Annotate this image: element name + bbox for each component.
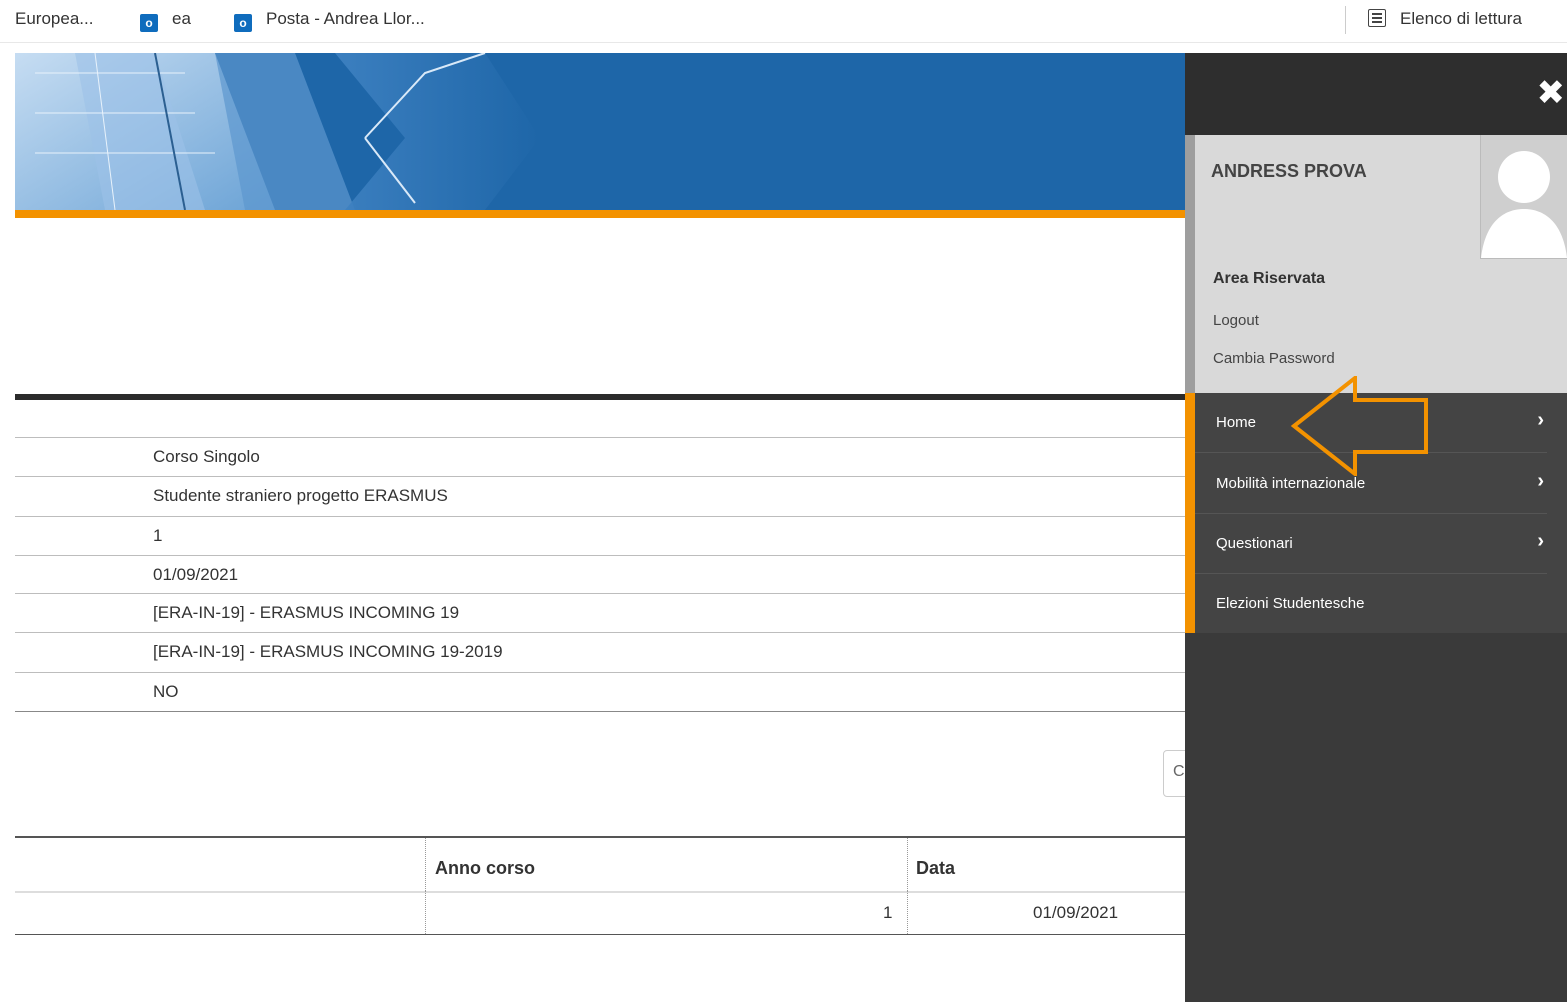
table-row: 1 01/09/2021	[15, 891, 1185, 935]
chevron-right-icon: ›	[1537, 409, 1544, 431]
reading-list-button[interactable]: Elenco di lettura	[1368, 9, 1522, 29]
outlook-icon: o	[140, 14, 164, 32]
user-silhouette-icon	[1481, 151, 1567, 258]
column-divider	[907, 838, 908, 891]
avatar	[1480, 135, 1567, 259]
column-divider	[425, 891, 426, 934]
outlook-icon: o	[234, 14, 258, 32]
detail-row: [ERA-IN-19] - ERASMUS INCOMING 19-2019	[15, 632, 1185, 672]
chevron-right-icon: ›	[1537, 470, 1544, 492]
menu-item-questionari[interactable]: Questionari ›	[1195, 514, 1547, 574]
detail-row: Corso Singolo	[15, 437, 1185, 477]
column-divider	[907, 891, 908, 934]
user-panel: ANDRESS PROVA Area Riservata Logout Camb…	[1185, 135, 1567, 393]
bookmark-label: ea	[172, 9, 191, 28]
table-header: Anno corso Data	[15, 836, 1185, 893]
column-header-data[interactable]: Data	[916, 858, 955, 879]
banner-graphic	[15, 53, 1185, 210]
reading-list-icon	[1368, 9, 1386, 27]
side-menu-panel: ✖ ANDRESS PROVA Area Riservata Logout Ca…	[1185, 53, 1567, 1002]
detail-value: Corso Singolo	[153, 447, 260, 466]
menu-item-elezioni-studentesche[interactable]: Elezioni Studentesche	[1195, 574, 1547, 634]
menu-item-label: Elezioni Studentesche	[1216, 595, 1365, 612]
reserved-area-title: Area Riservata	[1213, 270, 1326, 287]
bookmark-posta[interactable]: o Posta - Andrea Llor...	[234, 9, 425, 32]
detail-row: 01/09/2021	[15, 555, 1185, 595]
bookmark-europea[interactable]: Europea...	[15, 9, 93, 29]
column-header-anno-corso[interactable]: Anno corso	[435, 858, 535, 879]
detail-row: Studente straniero progetto ERASMUS	[15, 476, 1185, 516]
detail-table-bottom	[15, 711, 1185, 712]
detail-value: 1	[153, 526, 163, 545]
bookmarks-bar: Europea... o ea o Posta - Andrea Llor... E…	[0, 0, 1567, 43]
detail-value: NO	[153, 682, 179, 701]
menu-item-label: Mobilità internazionale	[1216, 475, 1366, 492]
logout-link[interactable]: Logout	[1213, 312, 1259, 329]
column-divider	[425, 838, 426, 891]
menu-item-label: Questionari	[1216, 535, 1293, 552]
close-icon[interactable]: ✖	[1537, 76, 1566, 110]
reading-list-label: Elenco di lettura	[1400, 9, 1522, 28]
detail-value: Studente straniero progetto ERASMUS	[153, 486, 448, 505]
annotation-arrow-icon	[1290, 376, 1428, 476]
bookmark-label: Posta - Andrea Llor...	[266, 9, 425, 28]
detail-row: NO	[15, 672, 1185, 712]
change-password-link[interactable]: Cambia Password	[1213, 350, 1335, 367]
detail-value: 01/09/2021	[153, 565, 239, 584]
detail-row: [ERA-IN-19] - ERASMUS INCOMING 19	[15, 593, 1185, 633]
header-banner	[15, 53, 1185, 210]
detail-value: [ERA-IN-19] - ERASMUS INCOMING 19	[153, 603, 460, 622]
user-name: ANDRESS PROVA	[1211, 161, 1367, 181]
bookmark-label: Europea...	[15, 9, 94, 28]
search-input-text: C	[1173, 763, 1185, 780]
toolbar-separator	[1345, 6, 1346, 34]
detail-row: 1	[15, 516, 1185, 556]
side-menu-header: ✖	[1185, 53, 1567, 135]
table-cell-anno-corso: 1	[883, 903, 893, 922]
chevron-right-icon: ›	[1537, 530, 1544, 552]
table-cell-data: 01/09/2021	[1033, 903, 1119, 922]
menu-item-label: Home	[1216, 414, 1257, 431]
bookmark-ea[interactable]: o ea	[140, 9, 191, 32]
banner-accent-bar	[15, 210, 1185, 218]
section-divider	[15, 394, 1185, 400]
detail-value: [ERA-IN-19] - ERASMUS INCOMING 19-2019	[153, 642, 503, 661]
